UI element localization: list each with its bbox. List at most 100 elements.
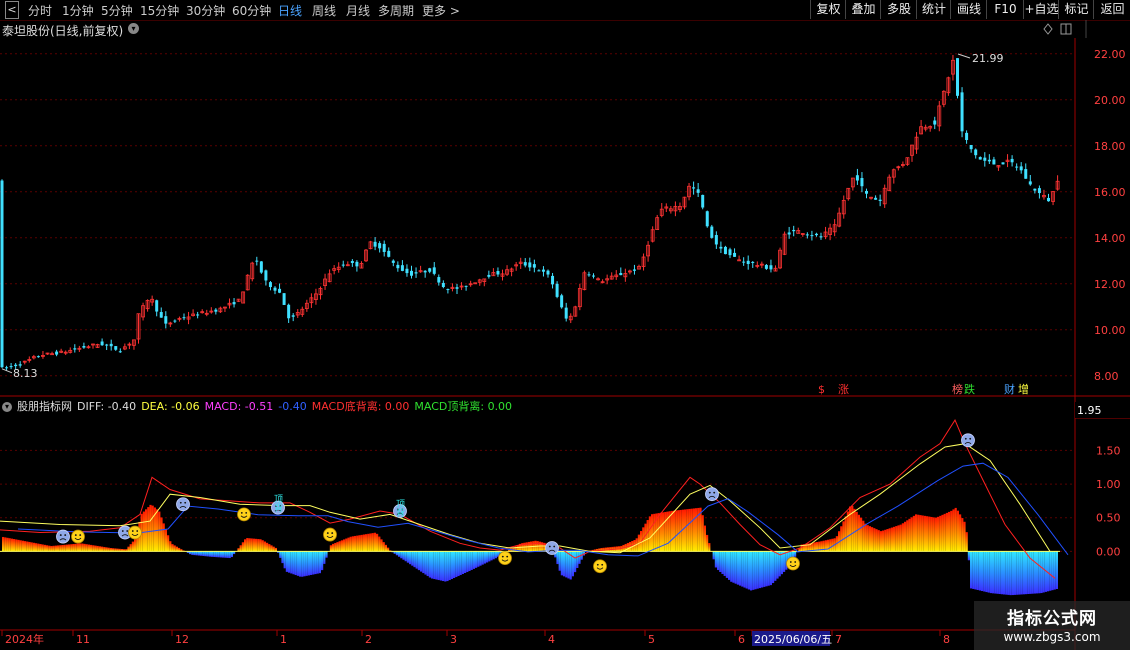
candle-body	[387, 250, 391, 257]
candle-body	[73, 348, 77, 350]
macd-bar	[85, 544, 88, 552]
macd-bar	[1018, 551, 1021, 595]
macd-bar	[1051, 551, 1054, 591]
macd-bar	[4, 537, 7, 552]
macd-bar	[230, 551, 233, 558]
macd-bar	[657, 513, 660, 552]
macd-bar	[1038, 551, 1041, 594]
macd-bar	[1033, 551, 1036, 594]
macd-bar	[956, 510, 959, 552]
macd-bar	[882, 530, 885, 552]
candle-body	[396, 264, 400, 269]
candle-body	[714, 235, 718, 245]
candle-body	[341, 264, 345, 266]
macd-bar	[160, 517, 163, 552]
sad-face-icon	[176, 497, 190, 512]
macd-bar	[41, 544, 44, 552]
candle-body	[105, 344, 109, 346]
candle-body	[255, 260, 259, 262]
candle-body	[164, 316, 168, 324]
macd-bar	[105, 547, 108, 552]
macd-bar	[365, 534, 368, 552]
candle-body	[464, 285, 468, 287]
macd-bar	[226, 551, 229, 558]
price-tick-label: 22.00	[1094, 48, 1126, 61]
candle-body	[273, 287, 277, 291]
macd-bar	[840, 526, 843, 552]
macd-bar	[972, 551, 975, 589]
candle-body	[860, 178, 864, 187]
macd-bar	[846, 511, 849, 552]
macd-bar	[765, 551, 768, 587]
macd-bar	[950, 510, 953, 552]
macd-bar	[98, 546, 101, 552]
smile-face-icon	[498, 551, 512, 566]
date-tick-label: 2024年	[5, 632, 44, 646]
macd-bar	[439, 551, 442, 581]
macd-bar	[959, 514, 962, 552]
macd-bar	[721, 551, 724, 574]
macd-bar	[87, 544, 90, 552]
indicator-name[interactable]: 股朋指标网	[17, 400, 72, 413]
candle-body	[1001, 162, 1005, 165]
macd-bar	[252, 538, 255, 552]
price-high-label: 21.99	[972, 52, 1004, 65]
macd-bar	[450, 551, 453, 580]
macd-tick-label: 1.00	[1096, 478, 1121, 491]
macd-bar	[96, 545, 99, 552]
macd-bar	[686, 509, 689, 552]
macd-bar	[1022, 551, 1025, 595]
candle-body	[400, 265, 404, 271]
macd-bar	[411, 551, 414, 566]
macd-bar	[338, 541, 341, 552]
macd-bar	[794, 551, 797, 557]
watermark: 指标公式网 www.zbgs3.com	[974, 601, 1130, 650]
candle-body	[933, 120, 937, 125]
macd-bar	[420, 551, 423, 572]
candlestick-series	[0, 54, 1060, 371]
candle-body	[1033, 188, 1037, 191]
sad-face-icon	[705, 487, 719, 502]
macd-bar	[895, 526, 898, 552]
macd-bar	[695, 508, 698, 552]
macd-bar	[127, 546, 130, 552]
macd-bar	[426, 551, 429, 577]
macd-bar	[1036, 551, 1039, 594]
macd-bar	[745, 551, 748, 589]
macd-bar	[967, 551, 970, 561]
macd-bar	[107, 547, 110, 552]
macd-bar	[908, 518, 911, 552]
macd-bar	[301, 551, 304, 577]
candle-body	[18, 364, 22, 366]
chevron-down-icon[interactable]: ▾	[2, 402, 12, 412]
macd-bar	[941, 514, 944, 552]
macd-bar	[332, 543, 335, 552]
macd-bar	[349, 536, 352, 552]
macd-bar	[250, 538, 253, 552]
sad-face-icon	[545, 541, 559, 555]
macd-bar	[989, 551, 992, 594]
watermark-url: www.zbgs3.com	[1003, 630, 1101, 644]
macd-bar	[400, 551, 403, 559]
macd-bar	[285, 551, 288, 572]
macd-bar	[646, 520, 649, 552]
macd-bar	[563, 551, 566, 577]
macd-bar	[983, 551, 986, 592]
macd-bar	[281, 551, 284, 564]
macd-bar	[213, 551, 216, 558]
macd-bar	[717, 551, 720, 571]
macd-bar	[101, 546, 104, 552]
macd-bar	[428, 551, 431, 578]
macd-bar	[906, 520, 909, 552]
macd-bar	[1016, 551, 1019, 595]
macd-bar	[976, 551, 979, 590]
candle-body	[5, 367, 9, 369]
macd-bar	[70, 544, 73, 552]
candle-body	[592, 275, 595, 277]
macd-bar	[369, 533, 372, 552]
date-tick-label: 11	[76, 633, 90, 646]
macd-bar	[965, 532, 968, 552]
diamond-icon[interactable]	[1043, 23, 1053, 35]
macd-bar	[930, 516, 933, 552]
macd-bar	[164, 529, 167, 552]
